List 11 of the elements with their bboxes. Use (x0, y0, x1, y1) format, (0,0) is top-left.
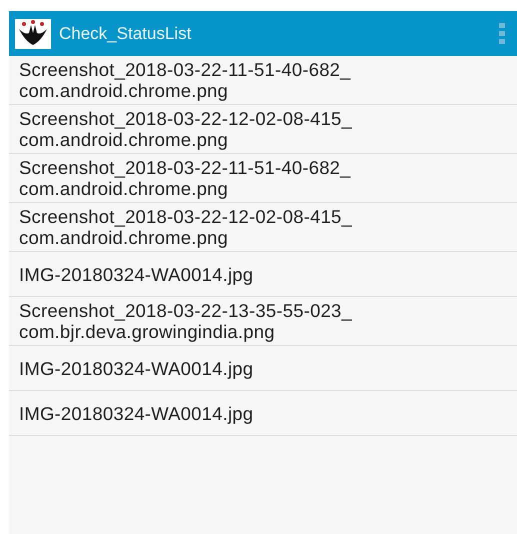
file-name[interactable]: Screenshot_2018-03-22-11-51-40-682_ com.android.chrome.png (19, 59, 517, 101)
overflow-menu-icon[interactable] (499, 22, 505, 44)
app-title: Check_StatusList (59, 24, 192, 44)
file-name[interactable]: Screenshot_2018-03-22-12-02-08-415_ com.android.chrome.png (19, 108, 517, 150)
file-name[interactable]: IMG-20180324-WA0014.jpg (19, 358, 517, 379)
file-name[interactable]: IMG-20180324-WA0014.jpg (19, 403, 517, 424)
file-name[interactable]: IMG-20180324-WA0014.jpg (19, 264, 517, 285)
file-name[interactable]: Screenshot_2018-03-22-13-35-55-023_ com.bjr.deva.growingindia.png (19, 300, 517, 342)
file-name[interactable]: Screenshot_2018-03-22-12-02-08-415_ com.android.chrome.png (19, 206, 517, 248)
logo-icon (15, 18, 51, 48)
file-name[interactable]: Screenshot_2018-03-22-11-51-40-682_ com.android.chrome.png (19, 157, 517, 199)
